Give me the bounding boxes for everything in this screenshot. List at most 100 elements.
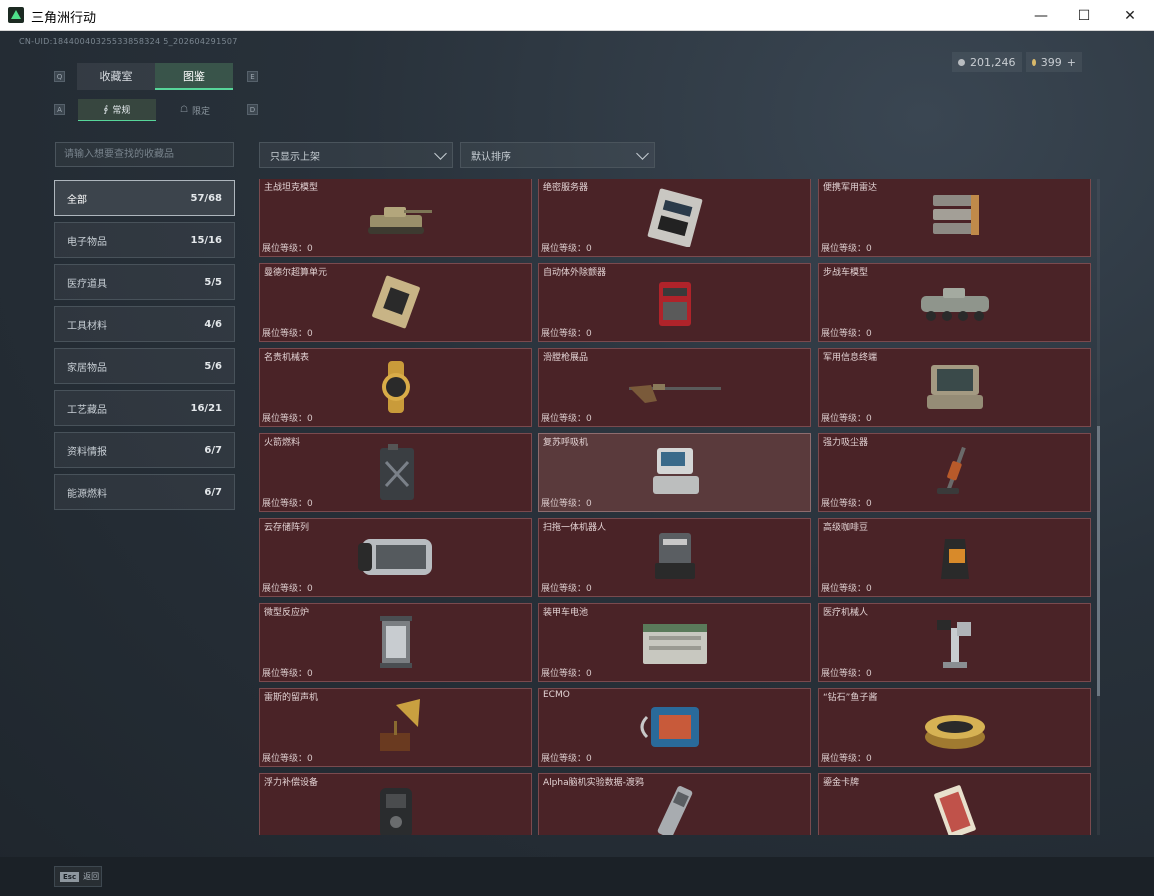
collectible-name: 军用信息终端 [823, 353, 878, 363]
sort-dropdown[interactable]: 默认排序 [460, 142, 655, 168]
collectible-name: 曼德尔超算单元 [264, 268, 328, 278]
category-count: 5/5 [204, 276, 222, 288]
currency-coins: 201,246 [952, 52, 1022, 72]
category-household[interactable]: 家居物品 5/6 [54, 348, 235, 384]
collectible-name: 复苏呼吸机 [543, 438, 589, 448]
collectible-card[interactable]: 强力吸尘器 展位等级：0 [818, 433, 1091, 512]
collectible-card[interactable]: 浮力补偿设备展位等级：0 [259, 773, 532, 835]
display-level: 展位等级：0 [541, 669, 592, 679]
display-level: 展位等级：0 [262, 584, 313, 594]
minimize-button[interactable]: — [1018, 0, 1064, 31]
collectible-card[interactable]: “钻石”鱼子酱 展位等级：0 [818, 688, 1091, 767]
display-level: 展位等级：0 [262, 499, 313, 509]
bottom-bar: Esc 返回 [0, 857, 1154, 896]
esc-key-icon: Esc [60, 871, 80, 882]
collectible-card[interactable]: 高级咖啡豆 展位等级：0 [818, 518, 1091, 597]
tab-collection-room[interactable]: 收藏室 [77, 63, 155, 90]
category-count: 4/6 [204, 318, 222, 330]
display-level: 展位等级：0 [262, 329, 313, 339]
key-hint-d: D [247, 104, 258, 115]
collectible-card[interactable]: 自动体外除颤器 展位等级：0 [538, 263, 811, 342]
collectible-card[interactable]: 云存储阵列展位等级：0 [259, 518, 532, 597]
regular-icon: ∮ [103, 104, 109, 115]
collectible-card[interactable]: 装甲车电池展位等级：0 [538, 603, 811, 682]
close-button[interactable]: ✕ [1107, 0, 1153, 31]
key-hint-a: A [54, 104, 65, 115]
display-level: 展位等级：0 [821, 669, 872, 679]
collectible-name: 名贵机械表 [264, 353, 310, 363]
collectible-card[interactable]: 滑膛枪展品 展位等级：0 [538, 348, 811, 427]
category-count: 6/7 [204, 486, 222, 498]
tab-catalog[interactable]: 图鉴 [155, 63, 233, 90]
subtab-limited-label: 限定 [192, 106, 211, 117]
category-intel[interactable]: 资料情报 6/7 [54, 432, 235, 468]
musket-icon [627, 357, 723, 417]
storage-icon [348, 527, 444, 587]
collectible-card[interactable]: 曼德尔超算单元 展位等级：0 [259, 263, 532, 342]
back-button[interactable]: Esc 返回 [54, 866, 102, 887]
collectible-card[interactable]: Alpha脑机实验数据-渡鸦展位等级：0 [538, 773, 811, 835]
category-energy[interactable]: 能源燃料 6/7 [54, 474, 235, 510]
category-label: 工艺藏品 [67, 404, 107, 416]
search-input[interactable] [55, 142, 234, 167]
collectible-card[interactable]: 扫拖一体机器人 展位等级：0 [538, 518, 811, 597]
shelf-filter-value: 只显示上架 [270, 151, 320, 163]
category-medical[interactable]: 医疗道具 5/5 [54, 264, 235, 300]
category-tools[interactable]: 工具材料 4/6 [54, 306, 235, 342]
window-titlebar: 三角洲行动 — ☐ ✕ [0, 0, 1154, 31]
fuel-icon [348, 442, 444, 502]
subtab-limited[interactable]: ☖ 限定 [156, 99, 234, 121]
display-level: 展位等级：0 [541, 499, 592, 509]
category-label: 家居物品 [67, 362, 107, 374]
collectible-card[interactable]: 主战坦克模型 展位等级：0 [259, 179, 532, 257]
maximize-button[interactable]: ☐ [1061, 0, 1107, 31]
collectible-name: 扫拖一体机器人 [543, 523, 607, 533]
collectible-name: “钻石”鱼子酱 [823, 693, 878, 703]
subtab-regular-label: 常规 [112, 106, 131, 116]
subtab-regular[interactable]: ∮ 常规 [78, 99, 156, 121]
display-level: 展位等级：0 [821, 244, 872, 254]
category-crafts[interactable]: 工艺藏品 16/21 [54, 390, 235, 426]
collectible-card[interactable]: 复苏呼吸机展位等级：0 [538, 433, 811, 512]
medbot-icon [907, 612, 1003, 672]
collectible-card[interactable]: 火箭燃料 展位等级：0 [259, 433, 532, 512]
currency-premium[interactable]: 399 + [1026, 52, 1082, 72]
player-uid: CN-UID:18440040325533858324 5_2026042915… [19, 37, 238, 46]
category-all[interactable]: 全部 57/68 [54, 180, 235, 216]
processor-icon [348, 272, 444, 332]
display-level: 展位等级：0 [541, 244, 592, 254]
collectible-name: 装甲车电池 [543, 608, 589, 618]
ecmo-icon [627, 697, 723, 757]
collectible-card[interactable]: ECMO 展位等级：0 [538, 688, 811, 767]
collectible-card[interactable]: 微型反应炉 展位等级：0 [259, 603, 532, 682]
reactor-icon [348, 612, 444, 672]
collectible-name: 云存储阵列 [264, 523, 310, 533]
datadrive-icon [627, 782, 723, 835]
chevron-down-icon [434, 147, 447, 160]
scrollbar-thumb[interactable] [1097, 426, 1100, 696]
app-logo-icon [8, 7, 24, 23]
collectible-card[interactable]: 步战车模型 展位等级：0 [818, 263, 1091, 342]
ifv-icon [907, 272, 1003, 332]
shelf-filter-dropdown[interactable]: 只显示上架 [259, 142, 453, 168]
collectible-card[interactable]: 雷斯的留声机 展位等级：0 [259, 688, 532, 767]
silver-coin-icon [958, 58, 965, 66]
display-level: 展位等级：0 [821, 414, 872, 424]
collectible-card[interactable]: 军用信息终端 展位等级：0 [818, 348, 1091, 427]
battery-icon [627, 612, 723, 672]
bcd-icon [348, 782, 444, 835]
collectible-card[interactable]: 便携军用雷达 展位等级：0 [818, 179, 1091, 257]
collectible-card[interactable]: 绝密服务器 展位等级：0 [538, 179, 811, 257]
display-level: 展位等级：0 [262, 669, 313, 679]
back-label: 返回 [83, 872, 100, 881]
category-electronics[interactable]: 电子物品 15/16 [54, 222, 235, 258]
collectible-card[interactable]: 名贵机械表 展位等级：0 [259, 348, 532, 427]
category-label: 工具材料 [67, 320, 107, 332]
collectible-grid: 主战坦克模型 展位等级：0 绝密服务器 展位等级：0 便携军用雷达 展位等级：0 曼德尔超算… [258, 179, 1094, 835]
collectible-card[interactable]: 鎏金卡牌展位等级：0 [818, 773, 1091, 835]
add-currency-icon[interactable]: + [1067, 56, 1076, 69]
premium-amount: 399 [1040, 55, 1062, 69]
limited-icon: ☖ [179, 105, 189, 115]
collectible-name: 主战坦克模型 [264, 183, 319, 193]
collectible-card[interactable]: 医疗机械人 展位等级：0 [818, 603, 1091, 682]
